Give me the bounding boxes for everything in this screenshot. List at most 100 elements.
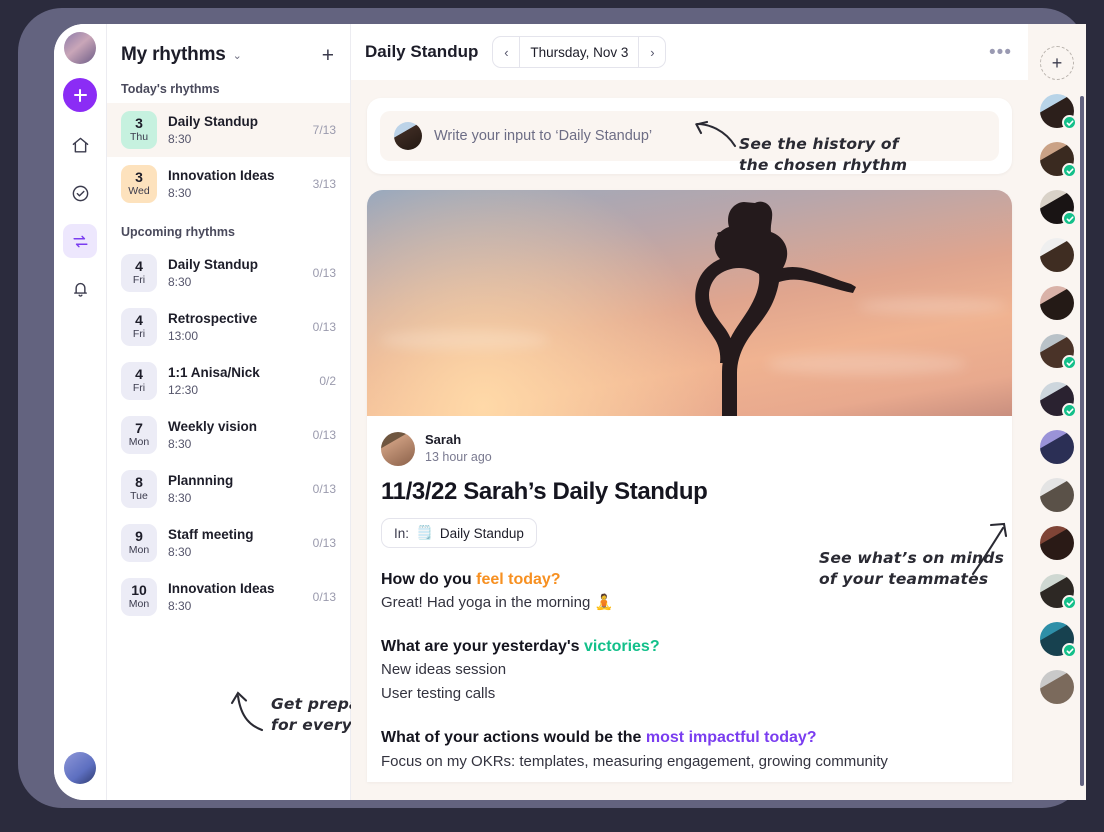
workspace-avatar[interactable] xyxy=(64,32,96,64)
date-chip: 4Fri xyxy=(121,254,157,292)
check-icon xyxy=(1066,167,1074,175)
current-date-label[interactable]: Thursday, Nov 3 xyxy=(519,37,639,67)
rhythms-icon xyxy=(71,232,90,251)
composer-input-row[interactable]: Write your input to ‘Daily Standup’ xyxy=(380,111,999,161)
rhythm-progress-count: 0/2 xyxy=(319,374,336,388)
current-user-avatar[interactable] xyxy=(64,752,96,784)
teammate-avatar-2[interactable] xyxy=(1040,142,1074,176)
teammate-avatar-13[interactable] xyxy=(1040,670,1074,704)
teammate-avatar-1[interactable] xyxy=(1040,94,1074,128)
more-options-button[interactable]: ••• xyxy=(989,43,1012,62)
date-chip: 8Tue xyxy=(121,470,157,508)
date-chip-day: 9 xyxy=(135,529,143,544)
answer-text: User testing calls xyxy=(381,682,998,706)
previous-day-button[interactable]: ‹ xyxy=(493,37,519,67)
rhythm-list-item[interactable]: 3Thu Daily Standup8:30 7/13 xyxy=(107,103,350,157)
rhythm-name: Daily Standup xyxy=(168,113,302,131)
teammate-avatar-4[interactable] xyxy=(1040,238,1074,272)
date-chip: 9Mon xyxy=(121,524,157,562)
teammate-avatar-7[interactable] xyxy=(1040,382,1074,416)
invite-teammate-button[interactable]: + xyxy=(1040,46,1074,80)
date-navigator: ‹ Thursday, Nov 3 › xyxy=(492,36,666,68)
rhythm-list-item[interactable]: 4FriDaily Standup8:300/13 xyxy=(107,246,350,300)
date-chip-weekday: Fri xyxy=(133,382,145,395)
question-highlight: feel today? xyxy=(476,571,560,588)
sidebar-item-home[interactable] xyxy=(63,128,97,162)
sidebar-item-notifications[interactable] xyxy=(63,272,97,306)
app-window-frame: My rhythms ⌄ + Today's rhythms 3Thu Daily… xyxy=(18,8,1086,808)
rhythm-progress-count: 7/13 xyxy=(313,123,336,137)
post-rhythm-chip[interactable]: In: 🗒️ Daily Standup xyxy=(381,518,537,548)
next-day-button[interactable]: › xyxy=(639,37,665,67)
composer-avatar xyxy=(394,122,422,150)
arrow-up-icon xyxy=(229,684,269,732)
rhythm-time: 8:30 xyxy=(168,185,302,201)
date-chip: 4Fri xyxy=(121,308,157,346)
section-label-today: Today's rhythms xyxy=(107,76,350,103)
check-icon xyxy=(1066,647,1074,655)
rhythm-time: 8:30 xyxy=(168,490,302,506)
avatar xyxy=(1040,478,1074,512)
rhythm-progress-count: 0/13 xyxy=(313,590,336,604)
chevron-down-icon[interactable]: ⌄ xyxy=(233,49,242,62)
main-topbar: Daily Standup ‹ Thursday, Nov 3 › ••• xyxy=(351,24,1028,80)
rhythm-progress-count: 0/13 xyxy=(313,266,336,280)
rhythm-list-item[interactable]: 10MonInnovation Ideas8:300/13 xyxy=(107,570,350,624)
status-badge-checked xyxy=(1062,211,1077,226)
main-panel: Daily Standup ‹ Thursday, Nov 3 › ••• Wr… xyxy=(351,24,1028,800)
feed-canvas: Write your input to ‘Daily Standup’ xyxy=(351,80,1028,800)
composer-placeholder: Write your input to ‘Daily Standup’ xyxy=(434,128,652,144)
rhythm-time: 13:00 xyxy=(168,328,302,344)
teammate-avatar-12[interactable] xyxy=(1040,622,1074,656)
rhythm-list-item[interactable]: 8TuePlannning8:300/13 xyxy=(107,462,350,516)
check-circle-icon xyxy=(71,184,90,203)
post-body: Sarah 13 hour ago 11/3/22 Sarah’s Daily … xyxy=(367,416,1012,774)
rhythm-time: 8:30 xyxy=(168,544,302,560)
add-rhythm-button[interactable]: + xyxy=(322,45,334,66)
teammates-list xyxy=(1040,94,1074,704)
in-rhythm-name: Daily Standup xyxy=(440,526,524,541)
teammate-avatar-3[interactable] xyxy=(1040,190,1074,224)
section-label-upcoming: Upcoming rhythms xyxy=(107,211,350,246)
avatar xyxy=(1040,526,1074,560)
upcoming-rhythms-list: 4FriDaily Standup8:300/134FriRetrospecti… xyxy=(107,246,350,624)
teammate-avatar-10[interactable] xyxy=(1040,526,1074,560)
sidebar-item-rhythms[interactable] xyxy=(63,224,97,258)
rhythm-time: 8:30 xyxy=(168,131,302,147)
date-chip-weekday: Tue xyxy=(130,490,148,503)
date-chip-weekday: Mon xyxy=(129,544,149,557)
status-badge-checked xyxy=(1062,643,1077,658)
post-title: 11/3/22 Sarah’s Daily Standup xyxy=(381,478,998,506)
sidebar-header: My rhythms ⌄ + xyxy=(107,24,350,76)
rhythm-list-item[interactable]: 4Fri1:1 Anisa/Nick12:300/2 xyxy=(107,354,350,408)
teammate-avatar-8[interactable] xyxy=(1040,430,1074,464)
teammate-avatar-6[interactable] xyxy=(1040,334,1074,368)
rhythm-list-item[interactable]: 9MonStaff meeting8:300/13 xyxy=(107,516,350,570)
teammates-rail: + xyxy=(1028,24,1086,800)
create-button[interactable] xyxy=(63,78,97,112)
date-chip-day: 8 xyxy=(135,475,143,490)
date-chip-weekday: Wed xyxy=(128,185,149,198)
rhythm-name: Retrospective xyxy=(168,310,302,328)
rhythm-list-item[interactable]: 7MonWeekly vision8:300/13 xyxy=(107,408,350,462)
post-questions: How do you feel today?Great! Had yoga in… xyxy=(381,568,998,774)
question-text: What of your actions would be the most i… xyxy=(381,726,998,749)
teammate-avatar-11[interactable] xyxy=(1040,574,1074,608)
rhythm-list-item[interactable]: 3WedInnovation Ideas8:303/13 xyxy=(107,157,350,211)
date-chip-day: 10 xyxy=(131,583,147,598)
teammate-avatar-9[interactable] xyxy=(1040,478,1074,512)
date-chip-day: 4 xyxy=(135,259,143,274)
post-hero-image xyxy=(367,190,1012,416)
date-chip-weekday: Mon xyxy=(129,436,149,449)
rhythm-title: Daily Standup xyxy=(365,42,478,62)
rhythm-list-item[interactable]: 4FriRetrospective13:000/13 xyxy=(107,300,350,354)
teammate-avatar-5[interactable] xyxy=(1040,286,1074,320)
author-name: Sarah xyxy=(425,432,492,449)
avatar xyxy=(1040,430,1074,464)
in-label: In: xyxy=(394,526,409,541)
vertical-scrollbar[interactable] xyxy=(1080,96,1084,786)
avatar[interactable] xyxy=(381,432,415,466)
sidebar-item-tasks[interactable] xyxy=(63,176,97,210)
question-highlight: most impactful today? xyxy=(646,729,817,746)
date-chip: 3Thu xyxy=(121,111,157,149)
